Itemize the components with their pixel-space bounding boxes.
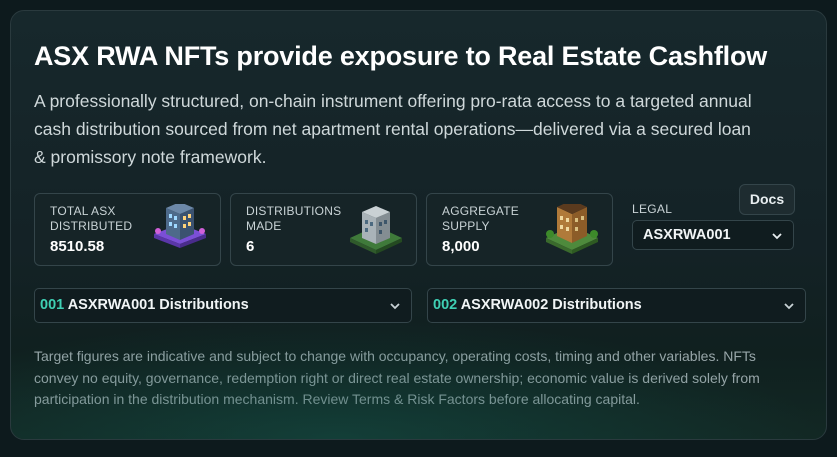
grey-building-icon <box>350 206 402 254</box>
page-subtitle: A professionally structured, on-chain in… <box>34 91 752 167</box>
stat-label: TOTAL ASX DISTRIBUTED <box>50 204 133 233</box>
legal-select[interactable]: ASXRWA001 <box>632 220 794 250</box>
stat-value: 8,000 <box>442 238 480 255</box>
stat-card-total-distributed: TOTAL ASX DISTRIBUTED 8510.58 <box>34 193 221 266</box>
brick-building-icon <box>546 204 598 254</box>
chevron-down-icon <box>784 303 794 310</box>
legal-select-value: ASXRWA001 <box>643 227 731 243</box>
legal-label: LEGAL <box>632 202 673 216</box>
purple-building-icon <box>154 204 206 248</box>
stat-card-aggregate-supply: AGGREGATE SUPPLY 8,000 <box>426 193 613 266</box>
stat-value: 8510.58 <box>50 238 105 255</box>
chevron-down-icon <box>390 303 400 310</box>
chevron-down-icon <box>772 233 782 240</box>
rwa-info-panel: ASX RWA NFTs provide exposure to Real Es… <box>10 10 827 440</box>
risk-disclaimer: Target figures are indicative and subjec… <box>34 348 760 407</box>
distribution-dropdown-label: 002 ASXRWA002 Distributions <box>433 297 642 313</box>
stat-card-distributions-made: DISTRIBUTIONS MADE 6 <box>230 193 417 266</box>
distribution-title: ASXRWA002 Distributions <box>460 297 642 313</box>
page-title: ASX RWA NFTs provide exposure to Real Es… <box>34 41 768 71</box>
stat-value: 6 <box>246 238 255 255</box>
distribution-dropdown-label: 001 ASXRWA001 Distributions <box>40 297 249 313</box>
distribution-dropdown-001[interactable]: 001 ASXRWA001 Distributions <box>34 288 412 323</box>
distribution-dropdown-002[interactable]: 002 ASXRWA002 Distributions <box>427 288 806 323</box>
stat-label: AGGREGATE SUPPLY <box>442 204 519 233</box>
distribution-number: 001 <box>40 297 65 313</box>
docs-button[interactable]: Docs <box>739 184 795 215</box>
stat-label: DISTRIBUTIONS MADE <box>246 204 342 233</box>
distribution-title: ASXRWA001 Distributions <box>67 297 249 313</box>
distribution-number: 002 <box>433 297 458 313</box>
